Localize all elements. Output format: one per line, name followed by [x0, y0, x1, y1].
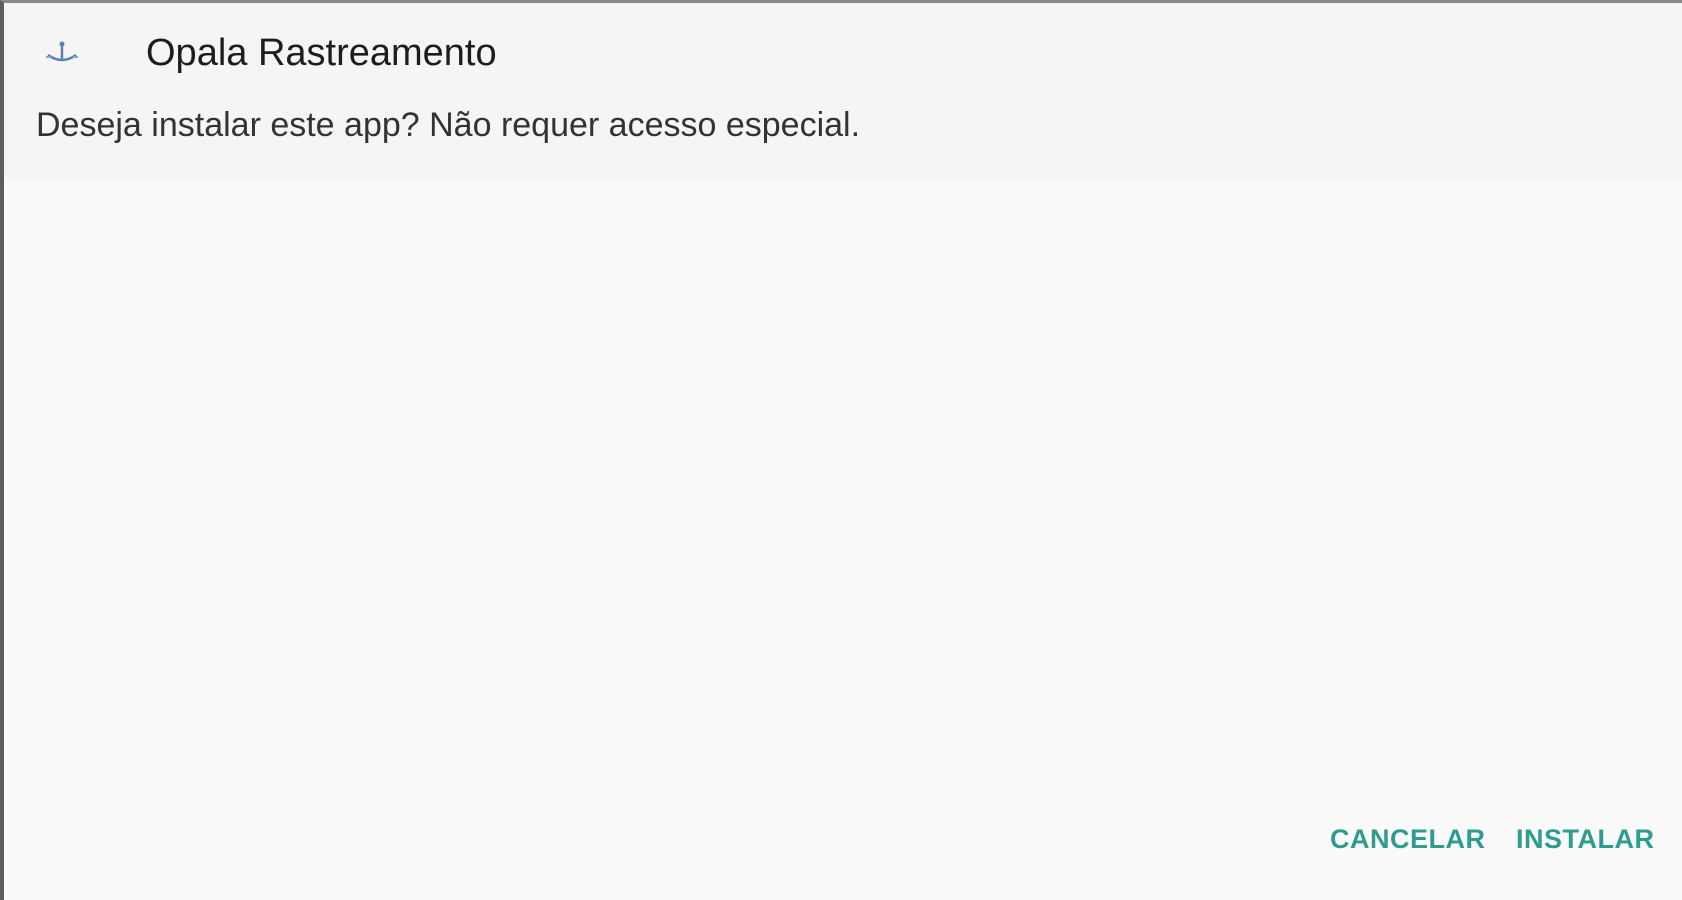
app-title: Opala Rastreamento — [146, 32, 497, 74]
install-button[interactable]: INSTALAR — [1512, 821, 1659, 857]
install-dialog: Opala Rastreamento Deseja instalar este … — [0, 0, 1682, 900]
anchor-app-icon — [42, 39, 82, 67]
dialog-header: Opala Rastreamento Deseja instalar este … — [4, 3, 1682, 179]
install-prompt-message: Deseja instalar este app? Não requer ace… — [36, 106, 861, 144]
cancel-button[interactable]: CANCELAR — [1326, 821, 1490, 857]
